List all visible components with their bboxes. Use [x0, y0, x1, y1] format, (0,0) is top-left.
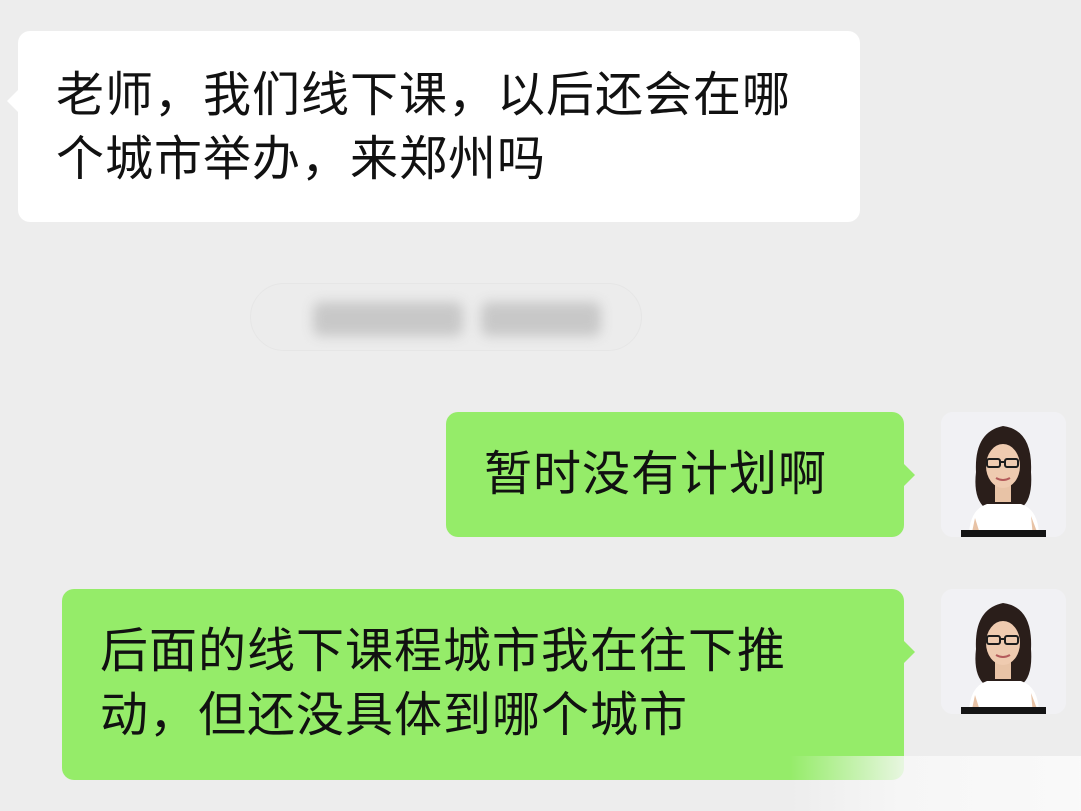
bubble-tail [904, 641, 915, 663]
bubble-tail [7, 90, 18, 112]
message-text: 暂时没有计划啊 [484, 446, 828, 502]
bottom-fade-overlay [790, 756, 1081, 811]
outgoing-message-bubble[interactable]: 暂时没有计划啊 [446, 412, 915, 537]
blurred-timestamp [313, 302, 613, 336]
sender-avatar[interactable] [941, 589, 1066, 714]
message-text: 后面的线下课程城市我在往下推动，但还没具体到哪个城市 [100, 623, 787, 743]
outgoing-message-bubble[interactable]: 后面的线下课程城市我在往下推动，但还没具体到哪个城市 [62, 589, 915, 780]
incoming-message-bubble[interactable]: 老师，我们线下课，以后还会在哪个城市举办，来郑州吗 [7, 31, 860, 222]
teacher-avatar-icon [941, 589, 1066, 714]
message-text: 老师，我们线下课，以后还会在哪个城市举办，来郑州吗 [56, 67, 792, 187]
timestamp-pill-blurred [250, 283, 642, 351]
bubble-tail [904, 464, 915, 486]
sender-avatar[interactable] [941, 412, 1066, 537]
teacher-avatar-icon [941, 412, 1066, 537]
